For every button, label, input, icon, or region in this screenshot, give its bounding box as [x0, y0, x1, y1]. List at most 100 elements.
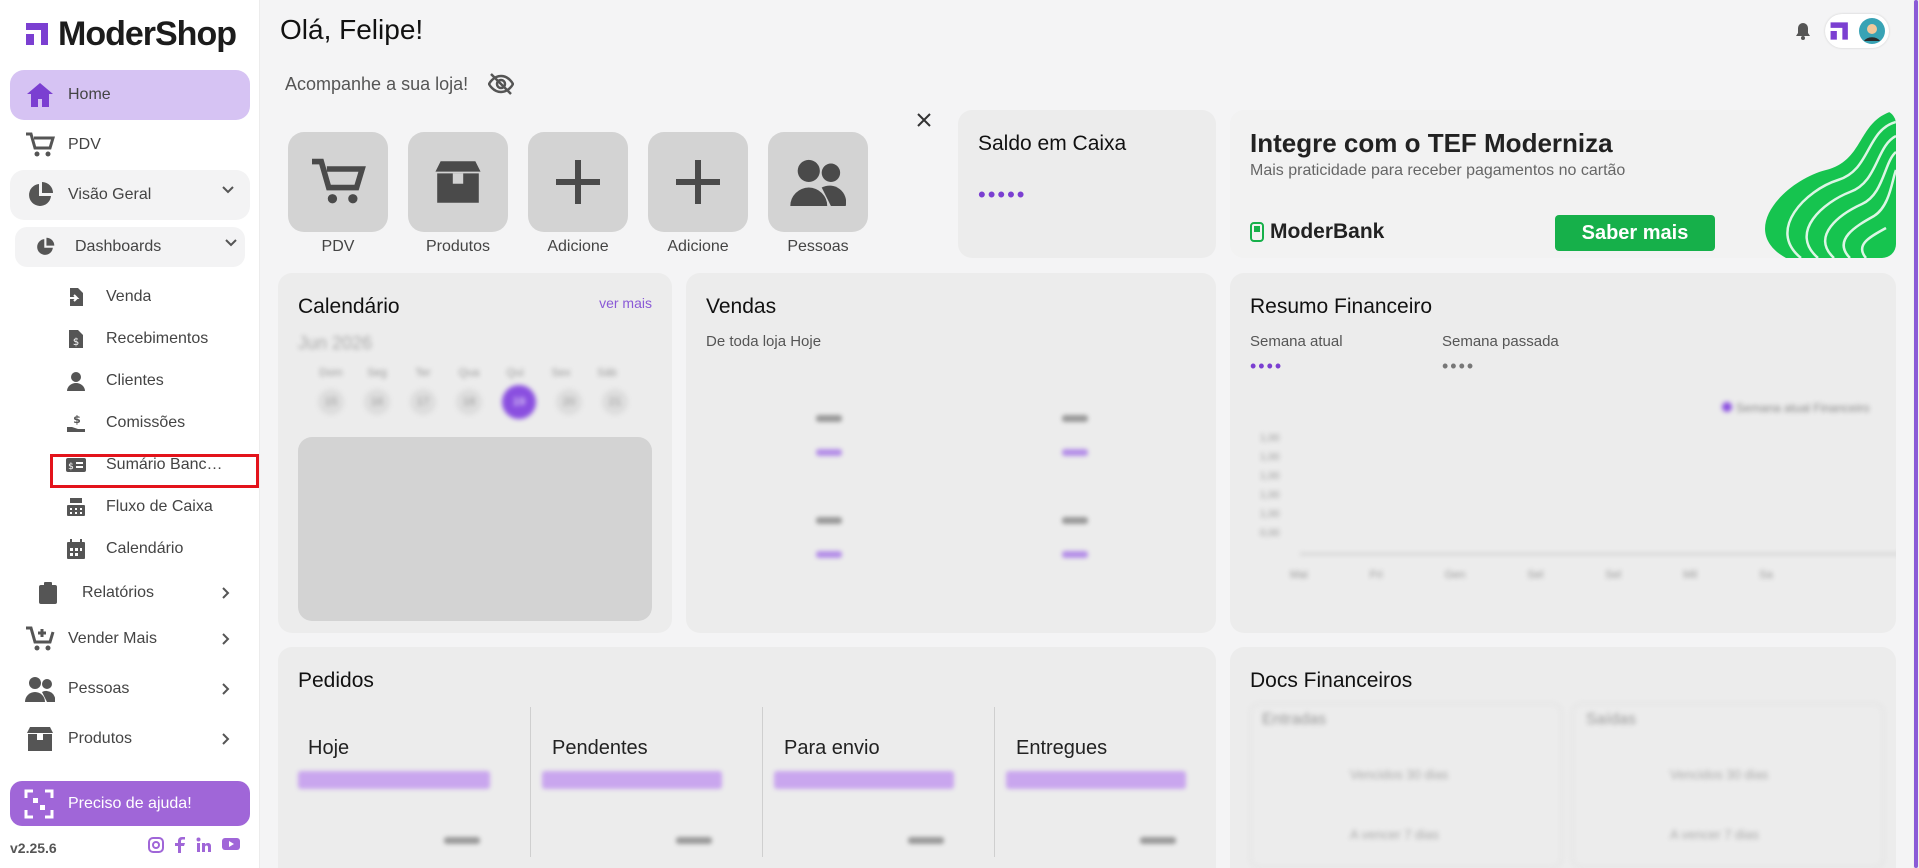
people-icon: [790, 159, 846, 206]
chevron-right-icon: [222, 683, 230, 695]
sidebar-item-calendario[interactable]: Calendário: [66, 534, 246, 564]
chevron-right-icon: [222, 733, 230, 745]
sidebar-item-label: Venda: [106, 288, 152, 305]
weekday: Seg: [367, 367, 387, 379]
docs-left-line1: Vencidos 30 dias: [1350, 767, 1449, 782]
chevron-down-icon: [225, 239, 237, 247]
quick-action-label: Produtos: [425, 238, 491, 255]
svg-text:$: $: [73, 413, 81, 426]
modershop-logo-icon: [26, 23, 48, 45]
y-tick: 1,00: [1260, 490, 1280, 501]
calendar-day[interactable]: 16: [364, 389, 390, 415]
calendar-day[interactable]: 15: [318, 389, 344, 415]
facebook-icon[interactable]: [174, 837, 186, 853]
cart-plus-icon: [24, 623, 56, 655]
quick-action-pessoas[interactable]: Pessoas: [768, 132, 868, 256]
pedidos-col-hoje: Hoje: [308, 737, 350, 759]
pedidos-col-para-envio: Para envio: [784, 737, 880, 759]
cash-register-icon: [66, 497, 86, 517]
saldo-card: Saldo em Caixa •••••: [958, 110, 1216, 258]
docs-title: Docs Financeiros: [1250, 669, 1413, 692]
sidebar-item-vender-mais[interactable]: Vender Mais: [10, 614, 250, 664]
header-actions: [1795, 14, 1889, 48]
sidebar-item-clientes[interactable]: Clientes: [66, 366, 246, 396]
divider: [762, 707, 763, 857]
calendario-card: Calendário ver mais Jun 2026 Dom Seg Ter…: [278, 273, 672, 633]
modershop-logo-icon: [1830, 22, 1848, 40]
sidebar-item-dashboards[interactable]: Dashboards: [15, 227, 245, 267]
sidebar-item-fluxo-de-caixa[interactable]: Fluxo de Caixa: [66, 492, 246, 522]
calendar-month: Jun 2026: [298, 333, 373, 353]
pedidos-col-pendentes: Pendentes: [552, 737, 648, 759]
vendas-card: Vendas De toda loja Hoje: [686, 273, 1216, 633]
brand-logo[interactable]: ModerShop: [24, 12, 237, 56]
calendar-day[interactable]: 20: [556, 389, 582, 415]
svg-text:$: $: [73, 337, 79, 348]
home-icon: [24, 79, 56, 111]
receipt-dollar-icon: $: [66, 329, 86, 349]
sidebar-item-relatorios[interactable]: Relatórios: [10, 568, 250, 618]
pedidos-title: Pedidos: [298, 669, 374, 692]
sidebar-item-home[interactable]: Home: [10, 70, 250, 120]
weekday: Qua: [458, 367, 480, 379]
sidebar-item-label: Recebimentos: [106, 330, 209, 347]
banner-wave-decoration: [1765, 110, 1896, 258]
banner-subtitle: Mais praticidade para receber pagamentos…: [1250, 162, 1626, 179]
weekday: Sáb: [597, 367, 617, 379]
calendar-icon: [66, 539, 86, 559]
sidebar-item-pdv[interactable]: PDV: [10, 120, 250, 170]
calendar-day-selected[interactable]: 19: [502, 385, 536, 419]
plus-icon: [676, 160, 720, 204]
quick-action-label: PDV: [321, 238, 355, 255]
quick-action-pdv[interactable]: PDV: [288, 132, 388, 256]
x-tick: Sel: [1605, 569, 1622, 581]
ver-mais-link[interactable]: ver mais: [599, 295, 652, 311]
close-icon[interactable]: [916, 112, 932, 128]
help-button[interactable]: Preciso de ajuda!: [10, 781, 250, 826]
instagram-icon[interactable]: [148, 837, 164, 853]
docs-financeiros-card: Docs Financeiros Entradas Saídas Vencido…: [1230, 647, 1896, 868]
calendar-day[interactable]: 17: [410, 389, 436, 415]
sidebar-item-produtos[interactable]: Produtos: [10, 714, 250, 764]
scrollbar-thumb[interactable]: [1914, 0, 1918, 868]
divider: [994, 707, 995, 857]
bell-icon[interactable]: [1795, 22, 1811, 40]
saber-mais-button[interactable]: Saber mais: [1555, 215, 1715, 251]
scrollbar[interactable]: [1913, 0, 1919, 868]
sidebar: ModerShop Home PDV Visão Geral Dashboard…: [0, 0, 260, 868]
sidebar-item-label: Calendário: [106, 540, 184, 557]
sidebar-item-recebimentos[interactable]: $ Recebimentos: [66, 324, 246, 354]
resumo-financeiro-card: Resumo Financeiro Semana atual •••• Sema…: [1230, 273, 1896, 633]
youtube-icon[interactable]: [222, 837, 240, 851]
brand-name: ModerShop: [58, 14, 237, 53]
quick-action-adicione-2[interactable]: Adicione: [648, 132, 748, 256]
sidebar-item-label: Dashboards: [75, 238, 162, 255]
linkedin-icon[interactable]: [196, 837, 212, 853]
eye-off-icon[interactable]: [488, 73, 515, 95]
calendar-days: 15 16 17 18 19 20 21: [318, 385, 628, 419]
sidebar-item-label: Comissões: [106, 414, 186, 431]
social-links: [148, 837, 240, 853]
help-label: Preciso de ajuda!: [68, 794, 192, 812]
y-tick: 1,00: [1260, 433, 1280, 444]
plus-icon: [556, 160, 600, 204]
avatar[interactable]: [1825, 14, 1889, 48]
quick-action-adicione-1[interactable]: Adicione: [528, 132, 628, 256]
calendar-day[interactable]: 21: [602, 389, 628, 415]
docs-saidas: Saídas: [1586, 711, 1636, 728]
chevron-right-icon: [222, 633, 230, 645]
x-tick: Sa: [1759, 569, 1773, 581]
calendar-day[interactable]: 18: [456, 389, 482, 415]
weekday: Ter: [415, 367, 431, 379]
sidebar-item-label: Fluxo de Caixa: [106, 498, 213, 515]
box-icon: [435, 161, 481, 203]
sidebar-item-label: PDV: [68, 136, 101, 153]
sidebar-item-venda[interactable]: Venda: [66, 282, 246, 312]
sidebar-item-label: Vender Mais: [68, 630, 157, 647]
sidebar-item-visao-geral[interactable]: Visão Geral: [10, 170, 250, 220]
chevron-right-icon: [222, 587, 230, 599]
sidebar-item-pessoas[interactable]: Pessoas: [10, 664, 250, 714]
quick-action-produtos[interactable]: Produtos: [408, 132, 508, 256]
sidebar-item-label: Home: [68, 86, 111, 103]
sidebar-item-comissoes[interactable]: $ Comissões: [66, 408, 246, 438]
